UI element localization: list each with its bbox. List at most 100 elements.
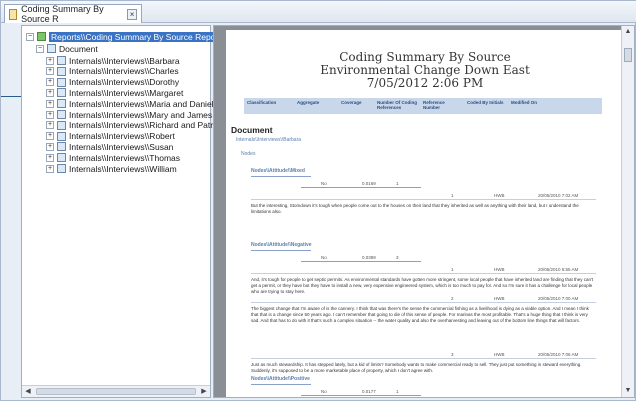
tree-node-interview[interactable]: + Internals\\Interviews\\Thomas: [46, 152, 180, 163]
tree-node-interview[interactable]: + Internals\\Interviews\\Robert: [46, 131, 175, 142]
column-header: Classification: [247, 100, 277, 105]
coverage-value: 0.0169: [362, 181, 376, 186]
ref-underline: [251, 302, 596, 303]
column-header: Number Of Coding References: [377, 100, 417, 110]
source-path: Internals\\Interviews\\Barbara: [236, 137, 302, 143]
tree-node-label[interactable]: Internals\\Interviews\\Maria and Daniel: [69, 99, 214, 109]
row-underline: [301, 187, 421, 188]
document-icon: [57, 77, 66, 87]
aggregate-value: No: [321, 389, 327, 394]
coded-text-excerpt: But the interesting, Stomdown it's tough…: [251, 203, 579, 214]
node-underline: [251, 250, 311, 251]
report-date: 7/05/2012 2:06 PM: [366, 76, 484, 90]
scroll-thumb[interactable]: [624, 48, 632, 62]
tree-node-label[interactable]: Internals\\Interviews\\William: [69, 164, 177, 174]
report-title: Coding Summary By Source: [339, 50, 511, 64]
report-navigation-tree[interactable]: − Reports\\Coding Summary By Source Repo…: [21, 25, 223, 398]
tree-node-interview[interactable]: + Internals\\Interviews\\Barbara: [46, 55, 180, 66]
document-icon: [47, 44, 56, 53]
scroll-right-icon[interactable]: ▶: [199, 387, 209, 396]
expand-icon[interactable]: +: [46, 67, 54, 76]
expand-icon[interactable]: +: [46, 56, 54, 65]
tree-node-label[interactable]: Internals\\Interviews\\Charles: [69, 66, 179, 76]
coded-text-excerpt: And, it's tough for people to get septic…: [251, 277, 594, 294]
node-path: Nodes\\Attitude\\Negative: [251, 242, 312, 248]
close-icon[interactable]: ×: [127, 8, 137, 20]
ref-underline: [251, 199, 596, 200]
tab-coding-summary[interactable]: Coding Summary By Source R ×: [4, 4, 142, 24]
horizontal-scrollbar[interactable]: ◀ ▶: [22, 385, 210, 397]
expand-icon[interactable]: +: [46, 164, 54, 173]
document-icon: [57, 99, 66, 109]
tree-node-interview[interactable]: + Internals\\Interviews\\Maria and Daniel: [46, 98, 214, 109]
document-icon: [57, 66, 66, 76]
section-heading: Document: [231, 125, 273, 135]
tab-bar: Coding Summary By Source R ×: [1, 1, 636, 24]
coverage-value: 0.0177: [362, 389, 376, 394]
node-underline: [251, 176, 311, 177]
row-underline: [301, 261, 421, 262]
tree-node-label[interactable]: Internals\\Interviews\\Dorothy: [69, 77, 179, 87]
scroll-left-icon[interactable]: ◀: [23, 387, 33, 396]
coded-by-initials: HWB: [494, 296, 505, 301]
tree-node-interview[interactable]: + Internals\\Interviews\\Richard and Patr: [46, 120, 213, 131]
refs-value: 1: [396, 389, 399, 394]
scroll-up-icon[interactable]: ▲: [623, 27, 633, 37]
scroll-thumb[interactable]: [36, 388, 196, 395]
modified-on: 20/05/2010 7:00 AM: [538, 296, 579, 301]
expand-icon[interactable]: +: [46, 121, 54, 130]
refs-value: 1: [396, 181, 399, 186]
scroll-down-icon[interactable]: ▼: [623, 386, 633, 396]
reference-number: 3: [451, 352, 454, 357]
callout-line: [1, 96, 22, 97]
nodes-label: Nodes: [241, 151, 256, 157]
coded-by-initials: HWB: [494, 267, 505, 272]
reference-number: 1: [451, 267, 454, 272]
tree-node-label[interactable]: Internals\\Interviews\\Margaret: [69, 88, 183, 98]
tree-node-label[interactable]: Internals\\Interviews\\Richard and Patr: [69, 120, 213, 130]
collapse-icon[interactable]: −: [26, 32, 34, 41]
expand-icon[interactable]: +: [46, 110, 54, 119]
column-header: Aggregate: [297, 100, 320, 105]
reference-number: 2: [451, 296, 454, 301]
tree-node-label[interactable]: Internals\\Interviews\\Barbara: [69, 56, 180, 66]
coverage-value: 0.0399: [362, 255, 376, 260]
report-project: Environmental Change Down East: [320, 63, 530, 77]
tree-node-label[interactable]: Internals\\Interviews\\Susan: [69, 142, 173, 152]
aggregate-value: No: [321, 255, 327, 260]
column-header: Reference Number: [423, 100, 445, 110]
document-icon: [57, 56, 66, 65]
ref-underline: [251, 358, 596, 359]
tree-node-interview[interactable]: + Internals\\Interviews\\Mary and James: [46, 109, 212, 120]
collapse-icon[interactable]: −: [36, 44, 44, 53]
tree-node-label[interactable]: Internals\\Interviews\\Thomas: [69, 153, 180, 163]
tree-root-label[interactable]: Reports\\Coding Summary By Source Report: [49, 31, 223, 42]
tree-node-root[interactable]: − Reports\\Coding Summary By Source Repo…: [26, 31, 223, 42]
coded-by-initials: HWB: [494, 193, 505, 198]
document-icon: [57, 88, 66, 98]
tree-node-interview[interactable]: + Internals\\Interviews\\William: [46, 163, 177, 174]
tree-node-interview[interactable]: + Internals\\Interviews\\Dorothy: [46, 77, 179, 88]
report-page: Coding Summary By Source Environmental C…: [226, 30, 624, 397]
tree-node-interview[interactable]: + Internals\\Interviews\\Charles: [46, 66, 179, 77]
tree-node-interview[interactable]: + Internals\\Interviews\\Margaret: [46, 87, 183, 98]
expand-icon[interactable]: +: [46, 153, 54, 162]
tree-document-label[interactable]: Document: [59, 44, 98, 54]
reference-number: 1: [451, 193, 454, 198]
report-folder-icon: [37, 32, 46, 41]
aggregate-value: No: [321, 181, 327, 186]
tree-node-document[interactable]: − Document: [36, 43, 98, 54]
vertical-scrollbar[interactable]: ▲ ▼: [621, 26, 634, 397]
report-preview-pane: Coding Summary By Source Environmental C…: [213, 25, 635, 398]
tree-node-label[interactable]: Internals\\Interviews\\Robert: [69, 131, 175, 141]
expand-icon[interactable]: +: [46, 88, 54, 97]
tree-node-interview[interactable]: + Internals\\Interviews\\Susan: [46, 141, 173, 152]
column-header: Coded By Initials: [467, 100, 504, 105]
document-icon: [57, 120, 66, 130]
expand-icon[interactable]: +: [46, 132, 54, 141]
expand-icon[interactable]: +: [46, 99, 54, 108]
expand-icon[interactable]: +: [46, 142, 54, 151]
column-header: Modified On: [511, 100, 537, 105]
tree-node-label[interactable]: Internals\\Interviews\\Mary and James: [69, 110, 212, 120]
expand-icon[interactable]: +: [46, 78, 54, 87]
